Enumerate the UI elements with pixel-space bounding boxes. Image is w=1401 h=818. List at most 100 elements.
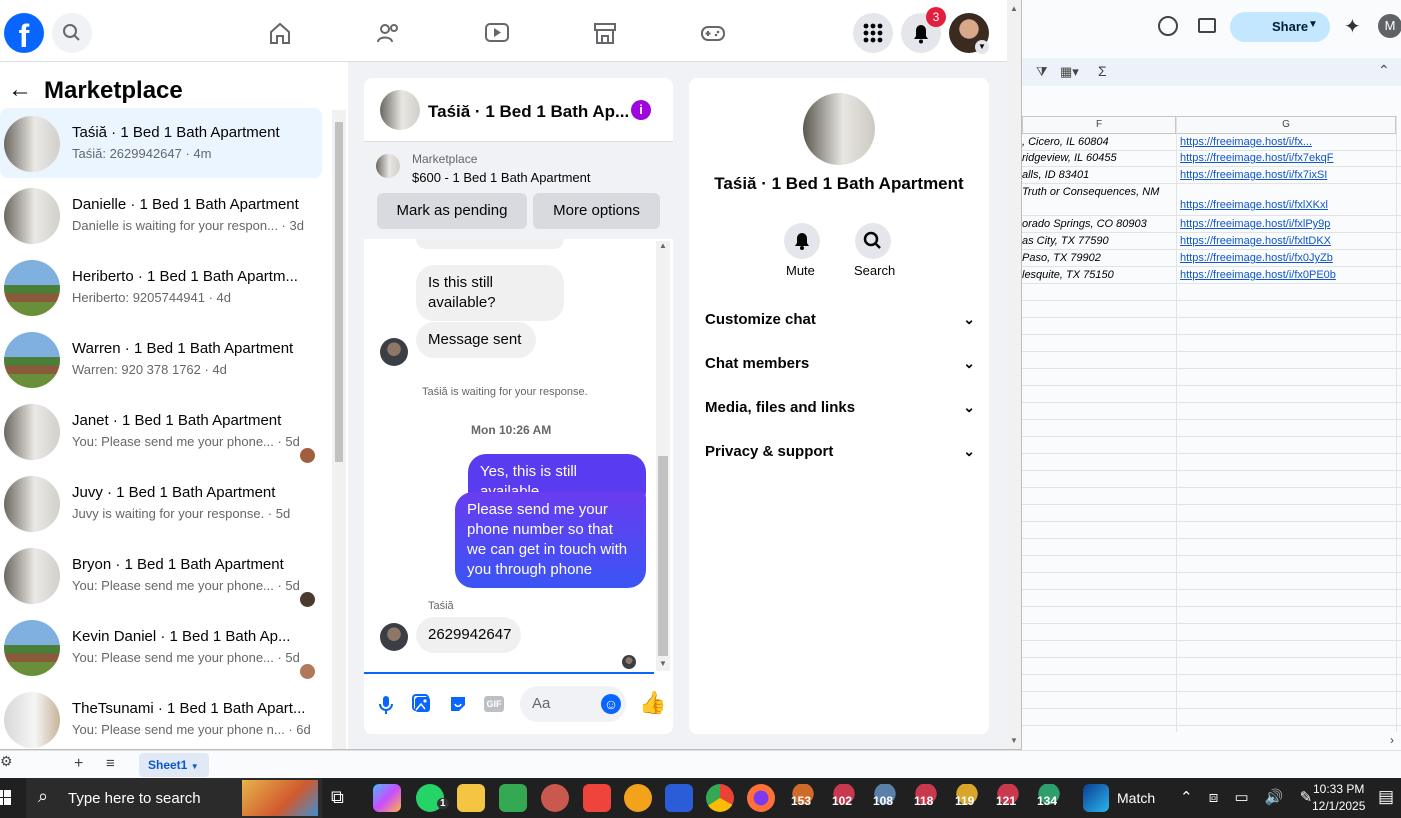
customize-chat-section[interactable]: Customize chat ⌄ [705, 311, 975, 328]
match-label[interactable]: Match [1117, 790, 1155, 806]
media-files-links-section[interactable]: Media, files and links ⌄ [705, 399, 975, 416]
notification-center-icon[interactable]: ▤ [1378, 787, 1394, 807]
address-cell[interactable]: , Cicero, IL 60804 [1022, 134, 1176, 151]
conversation-scrollbar[interactable] [332, 110, 346, 749]
empty-row[interactable] [1022, 352, 1401, 369]
conversation-item[interactable]: Danielle · 1 Bed 1 Bath Apartment Daniell… [0, 180, 322, 250]
sheet-row[interactable]: , Cicero, IL 60804 https://freeimage.host… [1022, 134, 1401, 151]
snipping-tool-icon[interactable] [541, 784, 569, 812]
clock-date[interactable]: 12/1/2025 [1312, 799, 1365, 813]
chrome-icon[interactable] [706, 784, 734, 812]
address-cell[interactable]: as City, TX 77590 [1022, 233, 1176, 250]
link-cell[interactable]: https://freeimage.host/i/fxlXKxl [1180, 197, 1328, 214]
empty-row[interactable] [1022, 556, 1401, 573]
empty-row[interactable] [1022, 709, 1401, 726]
link-cell[interactable]: https://freeimage.host/i/fxlPy9p [1180, 216, 1330, 233]
empty-row[interactable] [1022, 437, 1401, 454]
info-avatar[interactable] [803, 93, 875, 165]
conversation-item[interactable]: Heriberto · 1 Bed 1 Bath Apartm... Heribe… [0, 252, 322, 322]
empty-row[interactable] [1022, 386, 1401, 403]
file-explorer-icon[interactable] [457, 784, 485, 812]
mute-button[interactable] [784, 223, 820, 259]
back-arrow-icon[interactable]: ← [8, 76, 32, 104]
photo-icon[interactable] [412, 694, 432, 714]
more-options-button[interactable]: More options [533, 193, 660, 229]
conversation-item[interactable]: Bryon · 1 Bed 1 Bath Apartment You: Pleas… [0, 540, 322, 610]
conversation-item[interactable]: Juvy · 1 Bed 1 Bath Apartment Juvy is wai… [0, 468, 322, 538]
chat-members-section[interactable]: Chat members ⌄ [705, 355, 975, 372]
menu-button[interactable] [853, 13, 893, 53]
empty-row[interactable] [1022, 505, 1401, 522]
sheet-row[interactable]: Paso, TX 79902 https://freeimage.host/i/f… [1022, 250, 1401, 267]
sender-avatar[interactable] [380, 623, 408, 651]
collapse-toolbar-icon[interactable]: ⌃ [1378, 62, 1390, 79]
settings-gear-icon[interactable]: ⚙ [0, 753, 13, 770]
sheet-row[interactable]: lesquite, TX 75150 https://freeimage.host… [1022, 267, 1401, 284]
scroll-right-icon[interactable]: › [1390, 733, 1394, 747]
add-sheet-icon[interactable]: + [74, 755, 83, 773]
task-view-icon[interactable]: ⧉ [331, 787, 344, 808]
address-cell[interactable]: lesquite, TX 75150 [1022, 267, 1176, 284]
conversation-item[interactable]: Janet · 1 Bed 1 Bath Apartment You: Pleas… [0, 396, 322, 466]
message-bubble[interactable]: Message sent [416, 322, 536, 358]
address-cell[interactable]: alls, ID 83401 [1022, 167, 1176, 184]
sheet-row[interactable]: alls, ID 83401 https://freeimage.host/i/f… [1022, 167, 1401, 184]
video-icon[interactable] [484, 20, 510, 46]
sticker-icon[interactable] [448, 694, 468, 714]
chat-header-title[interactable]: Taśiă · 1 Bed 1 Bath Ap... [428, 102, 628, 122]
empty-row[interactable] [1022, 335, 1401, 352]
window-scrollbar[interactable]: ▲ ▼ [1007, 0, 1021, 749]
sheet-row[interactable]: Truth or Consequences, NM https://freeima… [1022, 184, 1401, 216]
empty-row[interactable] [1022, 607, 1401, 624]
empty-row[interactable] [1022, 692, 1401, 709]
anydesk-icon[interactable] [583, 784, 611, 812]
empty-row[interactable] [1022, 369, 1401, 386]
marketplace-icon[interactable] [592, 20, 618, 46]
clock-time[interactable]: 10:33 PM [1313, 782, 1364, 796]
comment-icon[interactable] [1198, 18, 1216, 33]
sum-icon[interactable]: Σ [1098, 63, 1107, 79]
sheet-row[interactable]: orado Springs, CO 80903 https://freeimage… [1022, 216, 1401, 233]
empty-row[interactable] [1022, 658, 1401, 675]
gif-icon[interactable]: GIF [484, 696, 504, 712]
address-cell[interactable]: Paso, TX 79902 [1022, 250, 1176, 267]
empty-row[interactable] [1022, 675, 1401, 692]
sheets-app-icon[interactable] [499, 784, 527, 812]
table-icon[interactable]: ▦▾ [1060, 64, 1079, 80]
home-icon[interactable] [267, 20, 293, 46]
conversation-item[interactable]: TheTsunami · 1 Bed 1 Bath Apart... You: P… [0, 684, 322, 749]
filter-icon[interactable]: ⧩ [1036, 64, 1048, 80]
cricket-app-icon[interactable] [1083, 784, 1109, 812]
link-cell[interactable]: https://freeimage.host/i/fx0PE0b [1180, 267, 1336, 284]
conversation-item[interactable]: Kevin Daniel · 1 Bed 1 Bath Ap... You: Pl… [0, 612, 322, 682]
search-button[interactable] [52, 13, 92, 53]
microphone-icon[interactable] [376, 694, 396, 716]
taskbar-search-box[interactable]: ⌕ Type here to search [26, 778, 322, 818]
address-cell[interactable]: ridgeview, IL 60455 [1022, 150, 1176, 167]
brave-icon[interactable] [665, 784, 693, 812]
search-chat-button[interactable] [855, 223, 891, 259]
firefox-icon[interactable] [747, 784, 775, 812]
message-input[interactable]: Aa ☺ [520, 686, 626, 722]
account-chevron-icon[interactable]: ▼ [975, 40, 989, 54]
address-cell[interactable]: orado Springs, CO 80903 [1022, 216, 1176, 233]
sheet-row[interactable]: as City, TX 77590 https://freeimage.host/… [1022, 233, 1401, 250]
column-header-f[interactable]: F [1022, 116, 1176, 134]
empty-row[interactable] [1022, 420, 1401, 437]
empty-row[interactable] [1022, 539, 1401, 556]
app-icon[interactable] [624, 784, 652, 812]
mark-as-pending-button[interactable]: Mark as pending [377, 193, 527, 229]
sender-avatar[interactable] [380, 338, 408, 366]
link-cell[interactable]: https://freeimage.host/i/fx7ixSI [1180, 167, 1327, 184]
emoji-icon[interactable]: ☺ [601, 694, 621, 714]
empty-row[interactable] [1022, 522, 1401, 539]
account-avatar[interactable]: M [1378, 14, 1401, 38]
listing-thumbnail[interactable] [376, 154, 400, 178]
address-cell[interactable]: Truth or Consequences, NM [1022, 184, 1176, 201]
message-bubble-outgoing[interactable]: Please send me your phone number so that… [455, 492, 646, 588]
link-cell[interactable]: https://freeimage.host/i/fx7ekqF [1180, 150, 1333, 167]
chat-header-avatar[interactable] [380, 90, 420, 130]
empty-row[interactable] [1022, 641, 1401, 658]
empty-row[interactable] [1022, 318, 1401, 335]
like-icon[interactable]: 👍 [639, 690, 666, 716]
